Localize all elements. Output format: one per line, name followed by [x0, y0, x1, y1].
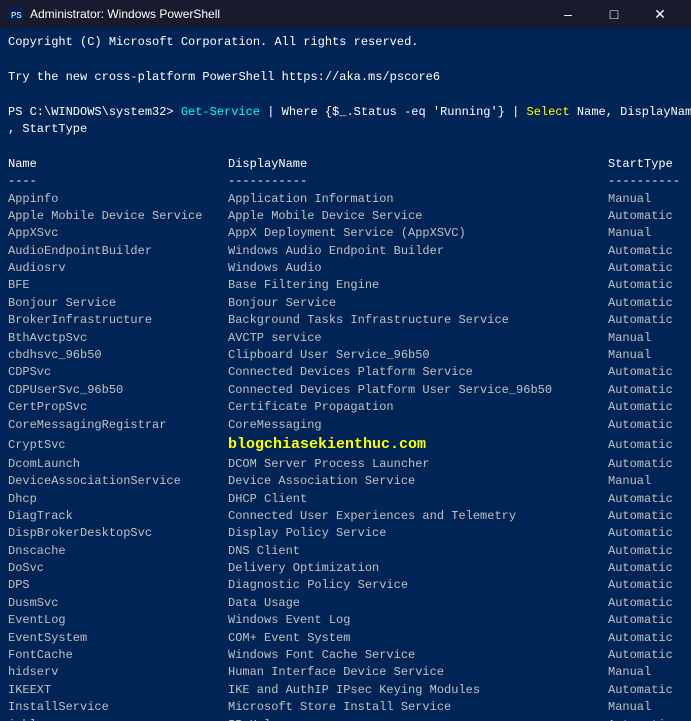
- column-headers: NameDisplayNameStartType: [8, 156, 683, 173]
- minimize-button[interactable]: –: [545, 0, 591, 28]
- list-item: hidservHuman Interface Device ServiceMan…: [8, 664, 683, 681]
- list-item: DeviceAssociationServiceDevice Associati…: [8, 473, 683, 490]
- column-separators: -------------------------: [8, 173, 683, 190]
- list-item: CertPropSvcCertificate PropagationAutoma…: [8, 399, 683, 416]
- list-item: DispBrokerDesktopSvcDisplay Policy Servi…: [8, 525, 683, 542]
- list-item: CryptSvcblogchiasekienthuc.comAutomatic: [8, 434, 683, 456]
- copyright-line: Copyright (C) Microsoft Corporation. All…: [8, 34, 683, 51]
- list-item: CDPUserSvc_96b50Connected Devices Platfo…: [8, 382, 683, 399]
- list-item: cbdhsvc_96b50Clipboard User Service_96b5…: [8, 347, 683, 364]
- list-item: BFEBase Filtering EngineAutomatic: [8, 277, 683, 294]
- list-item: Apple Mobile Device ServiceApple Mobile …: [8, 208, 683, 225]
- list-item: DiagTrackConnected User Experiences and …: [8, 508, 683, 525]
- cmd-fields: Name, DisplayName: [570, 105, 691, 119]
- maximize-button[interactable]: □: [591, 0, 637, 28]
- window-controls: – □ ✕: [545, 0, 683, 28]
- list-item: AudioEndpointBuilderWindows Audio Endpoi…: [8, 243, 683, 260]
- list-item: AudiosrvWindows AudioAutomatic: [8, 260, 683, 277]
- cmd-get-service: Get-Service: [181, 105, 260, 119]
- list-item: DusmSvcData UsageAutomatic: [8, 595, 683, 612]
- list-item: EventLogWindows Event LogAutomatic: [8, 612, 683, 629]
- list-item: IKEEXTIKE and AuthIP IPsec Keying Module…: [8, 682, 683, 699]
- pscore-line: Try the new cross-platform PowerShell ht…: [8, 69, 683, 86]
- list-item: EventSystemCOM+ Event SystemAutomatic: [8, 630, 683, 647]
- list-item: DnscacheDNS ClientAutomatic: [8, 543, 683, 560]
- list-item: Bonjour ServiceBonjour ServiceAutomatic: [8, 295, 683, 312]
- blank-line-3: [8, 138, 683, 155]
- svg-text:PS: PS: [11, 11, 22, 21]
- list-item: CoreMessagingRegistrarCoreMessagingAutom…: [8, 417, 683, 434]
- list-item: FontCacheWindows Font Cache ServiceAutom…: [8, 647, 683, 664]
- close-button[interactable]: ✕: [637, 0, 683, 28]
- list-item: DcomLaunchDCOM Server Process LauncherAu…: [8, 456, 683, 473]
- blank-line-2: [8, 86, 683, 103]
- list-item: DhcpDHCP ClientAutomatic: [8, 491, 683, 508]
- window-title: Administrator: Windows PowerShell: [30, 7, 545, 21]
- list-item: AppinfoApplication InformationManual: [8, 191, 683, 208]
- list-item: DoSvcDelivery OptimizationAutomatic: [8, 560, 683, 577]
- list-item: DPSDiagnostic Policy ServiceAutomatic: [8, 577, 683, 594]
- powershell-icon: PS: [8, 6, 24, 22]
- list-item: BthAvctpSvcAVCTP serviceManual: [8, 330, 683, 347]
- cmd-select: Select: [527, 105, 570, 119]
- terminal-window[interactable]: Copyright (C) Microsoft Corporation. All…: [0, 28, 691, 721]
- list-item: CDPSvcConnected Devices Platform Service…: [8, 364, 683, 381]
- cmd-where: | Where {$_.Status -eq 'Running'} |: [260, 105, 526, 119]
- blank-line-1: [8, 51, 683, 68]
- command-cont: , StartType: [8, 121, 683, 138]
- title-bar: PS Administrator: Windows PowerShell – □…: [0, 0, 691, 28]
- list-item: InstallServiceMicrosoft Store Install Se…: [8, 699, 683, 716]
- list-item: AppXSvcAppX Deployment Service (AppXSVC)…: [8, 225, 683, 242]
- list-item: iphlpsvcIP HelperAutomatic: [8, 717, 683, 721]
- list-item: BrokerInfrastructureBackground Tasks Inf…: [8, 312, 683, 329]
- command-line: PS C:\WINDOWS\system32> Get-Service | Wh…: [8, 104, 683, 121]
- prompt: PS C:\WINDOWS\system32>: [8, 105, 181, 119]
- service-list: AppinfoApplication InformationManualAppl…: [8, 191, 683, 721]
